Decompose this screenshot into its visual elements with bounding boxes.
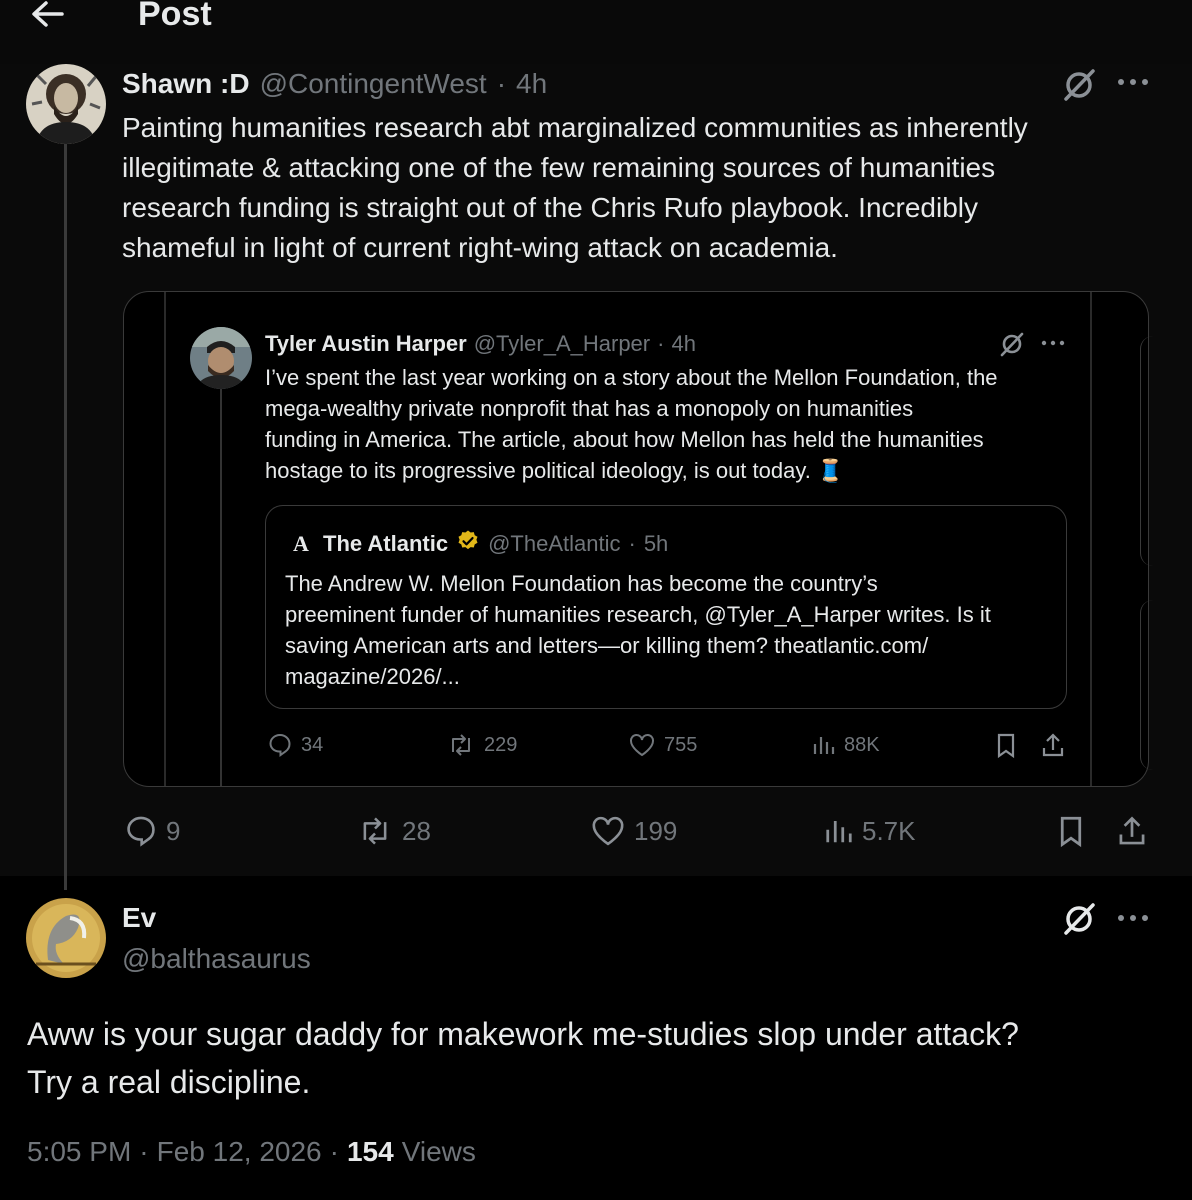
more-options-icon[interactable]	[1040, 336, 1066, 350]
share-icon[interactable]	[1040, 732, 1066, 760]
views-button[interactable]: 5.7K	[824, 814, 916, 848]
avatar[interactable]	[26, 898, 106, 978]
avatar[interactable]	[190, 327, 252, 389]
reply-count: 34	[301, 733, 324, 756]
like-button[interactable]: 199	[590, 814, 677, 848]
repost-count: 28	[402, 815, 431, 846]
back-arrow-icon[interactable]	[28, 0, 68, 28]
view-count: 5.7K	[862, 815, 916, 846]
views-count: 154	[346, 1136, 394, 1167]
heart-icon	[592, 816, 624, 846]
handle[interactable]: @ContingentWest	[260, 68, 487, 100]
views-icon	[826, 821, 852, 843]
nested-tweet-text: The Andrew W. Mellon Foundation has beco…	[285, 571, 991, 689]
quoted-reply-button[interactable]: 34	[267, 732, 323, 758]
reply-count: 9	[166, 815, 181, 846]
handle[interactable]: @Tyler_A_Harper	[474, 331, 650, 357]
quoted-views-button[interactable]: 88K	[812, 732, 880, 758]
display-name[interactable]: Shawn :D	[122, 68, 250, 100]
post-metadata: 5:05 PM · Feb 12, 2026 · 154 Views	[27, 1136, 476, 1168]
separator: ·	[139, 1136, 149, 1167]
grok-icon[interactable]	[1060, 900, 1098, 938]
repost-icon	[363, 817, 387, 845]
grok-icon[interactable]	[1060, 66, 1098, 104]
views-icon	[813, 737, 835, 754]
more-options-icon[interactable]	[1116, 72, 1150, 92]
bookmark-icon[interactable]	[1056, 814, 1086, 850]
nested-header: A The Atlantic @TheAtlantic · 5h	[287, 528, 668, 560]
quoted-tweet-text: I’ve spent the last year working on a st…	[265, 365, 998, 483]
separator: ·	[628, 531, 636, 556]
tweet-text: Painting humanities research abt margina…	[122, 112, 1028, 263]
reply-icon	[127, 816, 155, 847]
separator: ·	[657, 331, 665, 356]
reply-button[interactable]: 9	[124, 814, 180, 848]
views-label: Views	[401, 1136, 476, 1167]
timestamp[interactable]: 5h	[644, 531, 668, 557]
thread-line	[64, 142, 67, 890]
reply-handle[interactable]: @balthasaurus	[122, 940, 311, 978]
reply-icon	[269, 733, 291, 757]
quoted-like-button[interactable]: 755	[628, 732, 697, 758]
like-count: 199	[634, 815, 678, 846]
verified-badge-icon	[456, 529, 480, 559]
handle[interactable]: @TheAtlantic	[488, 531, 620, 557]
separator: ·	[329, 1136, 339, 1167]
bookmark-icon[interactable]	[994, 732, 1018, 760]
atlantic-logo[interactable]: A	[287, 531, 315, 557]
reply-display-name[interactable]: Ev	[122, 900, 156, 936]
parent-header: Shawn :D @ContingentWest · 4h	[122, 64, 547, 104]
display-name[interactable]: The Atlantic	[323, 531, 448, 557]
quoted-repost-button[interactable]: 229	[446, 732, 517, 758]
quoted-thread-line	[220, 380, 222, 786]
display-name[interactable]: Tyler Austin Harper	[265, 331, 467, 357]
quoted-header: Tyler Austin Harper @Tyler_A_Harper · 4h	[265, 328, 696, 360]
like-count: 755	[664, 733, 698, 756]
more-options-icon[interactable]	[1116, 908, 1150, 928]
heart-icon	[630, 734, 654, 757]
page-title: Post	[138, 0, 212, 33]
next-card-edge	[1140, 336, 1153, 566]
avatar[interactable]	[26, 64, 106, 144]
repost-count: 229	[484, 733, 518, 756]
grok-icon[interactable]	[998, 330, 1026, 358]
next-card-edge	[1140, 600, 1153, 770]
repost-icon	[452, 734, 470, 756]
reply-tweet-text: Aww is your sugar daddy for makework me-…	[27, 1016, 1019, 1100]
separator: ·	[496, 68, 507, 99]
timestamp[interactable]: 4h	[516, 68, 547, 100]
repost-button[interactable]: 28	[356, 814, 431, 848]
share-icon[interactable]	[1116, 814, 1148, 850]
view-count: 88K	[844, 733, 880, 756]
post-date[interactable]: Feb 12, 2026	[157, 1136, 322, 1168]
timestamp[interactable]: 4h	[671, 331, 695, 357]
post-time[interactable]: 5:05 PM	[27, 1136, 131, 1168]
